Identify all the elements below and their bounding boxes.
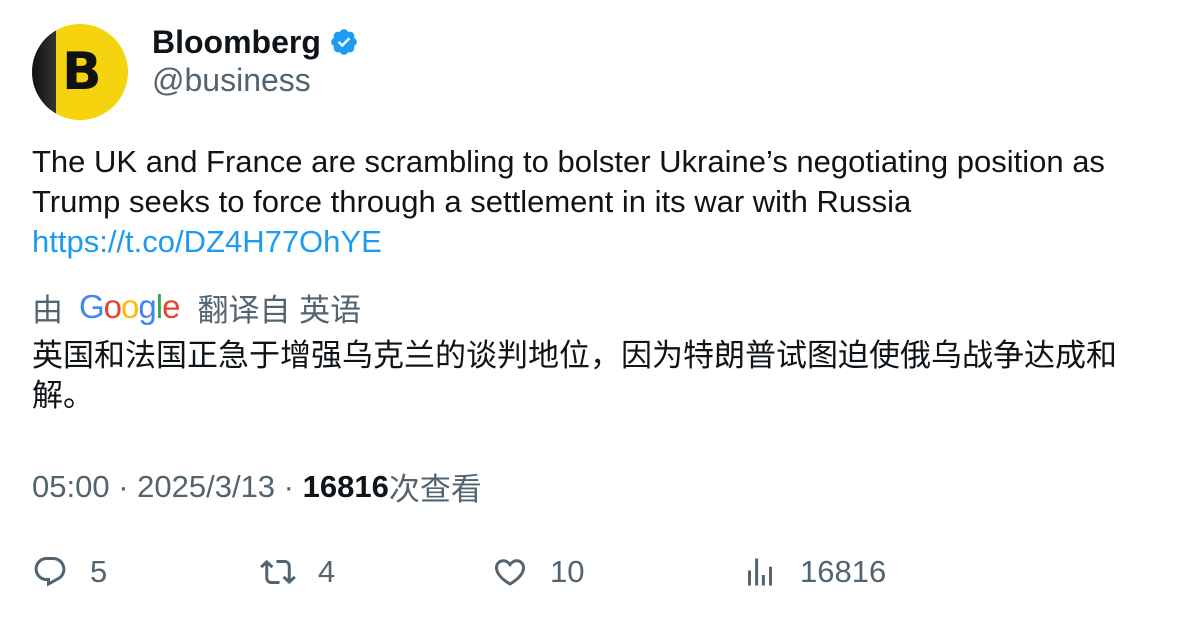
translated-text: 英国和法国正急于增强乌克兰的谈判地位，因为特朗普试图迫使俄乌战争达成和解。 xyxy=(32,338,1117,413)
avatar[interactable]: B xyxy=(32,24,128,120)
google-logo-letter: o xyxy=(103,288,122,325)
tweet-text: The UK and France are scrambling to bols… xyxy=(32,142,1172,262)
avatar-letter: B xyxy=(62,42,102,102)
action-bar: 5 4 10 16816 xyxy=(32,548,1172,596)
verified-badge-icon xyxy=(331,29,357,55)
retweet-button[interactable]: 4 xyxy=(260,548,335,596)
views-count: 16816 xyxy=(800,554,887,589)
google-logo-letter: G xyxy=(79,288,105,325)
retweet-icon xyxy=(260,559,296,585)
like-count: 10 xyxy=(550,554,585,589)
views-button[interactable]: 16816 xyxy=(742,548,886,596)
translation-suffix: 翻译自 英语 xyxy=(197,292,362,328)
tweet-text-line-2: Trump seeks to force through a settlemen… xyxy=(32,184,912,219)
tweet-text-line-1: The UK and France are scrambling to bols… xyxy=(32,144,1105,179)
google-logo-letter: o xyxy=(121,288,139,325)
like-button[interactable]: 10 xyxy=(492,548,584,596)
author-name[interactable]: Bloomberg xyxy=(152,24,321,61)
author-name-row: Bloomberg xyxy=(152,22,359,62)
meta-separator: · xyxy=(109,468,138,504)
tweet-meta: 05:00 · 2025/3/13 · 16816 次查看 xyxy=(32,464,482,509)
reply-icon xyxy=(34,557,66,587)
view-count: 16816 xyxy=(302,468,389,504)
reply-count: 5 xyxy=(90,554,108,589)
avatar-shade xyxy=(32,24,56,120)
google-logo-letter: e xyxy=(162,288,180,325)
tweet-time[interactable]: 05:00 xyxy=(32,469,110,505)
meta-separator: · xyxy=(275,468,303,504)
google-logo-icon: Google xyxy=(79,288,180,326)
retweet-count: 4 xyxy=(318,554,336,589)
heart-icon xyxy=(494,559,526,586)
translation-prefix: 由 xyxy=(32,292,63,328)
reply-button[interactable]: 5 xyxy=(32,548,107,596)
tweet-date[interactable]: 2025/3/13 xyxy=(137,469,275,505)
translation-attribution: 由 Google 翻译自 英语 xyxy=(32,287,362,328)
google-logo-letter: g xyxy=(138,288,156,325)
tweet-link[interactable]: https://t.co/DZ4H77OhYE xyxy=(32,222,1172,262)
author-handle[interactable]: @business xyxy=(152,62,311,99)
view-count-suffix: 次查看 xyxy=(388,472,482,507)
analytics-icon xyxy=(748,558,772,586)
